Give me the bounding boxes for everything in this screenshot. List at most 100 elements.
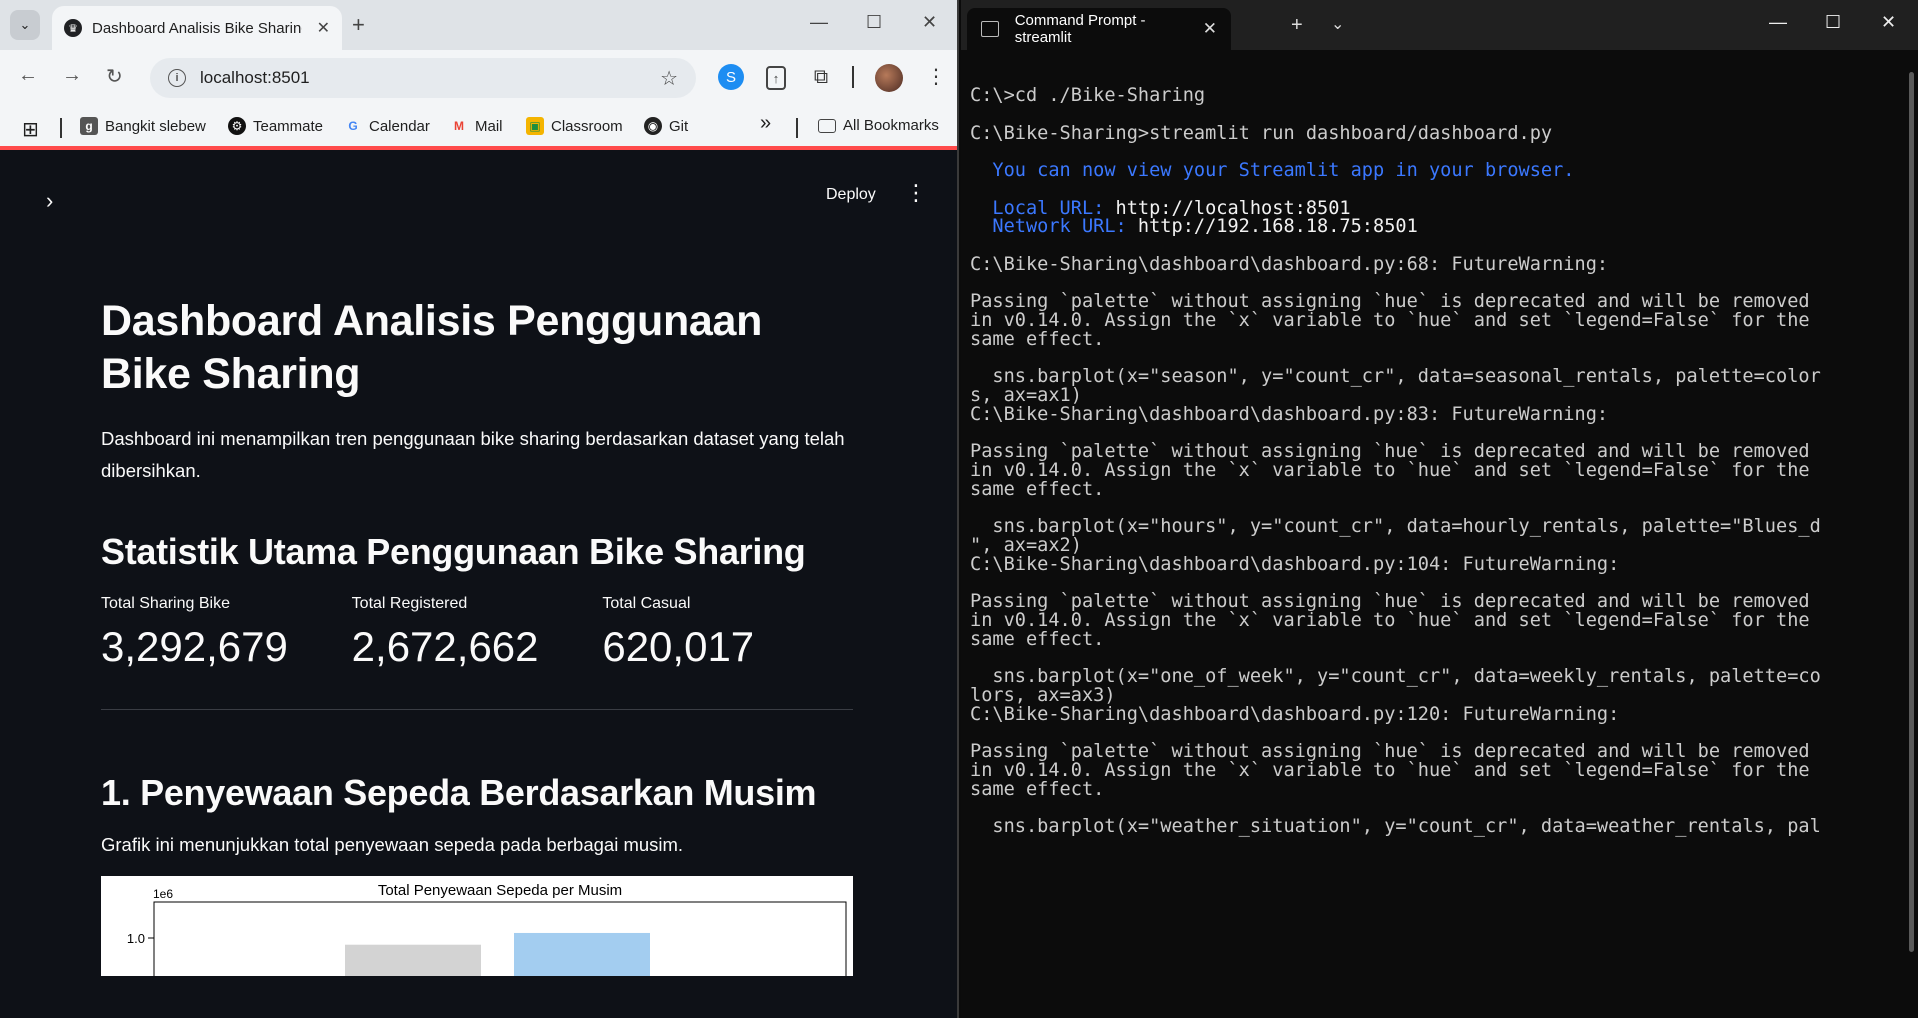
terminal-line: sns.barplot(x="season", y="count_cr", da… <box>970 366 1821 388</box>
maximize-button[interactable]: ☐ <box>1825 12 1841 33</box>
teammate-icon: ⚙ <box>228 117 246 135</box>
info-icon[interactable]: i <box>168 69 186 87</box>
minimize-button[interactable]: — <box>1769 12 1787 33</box>
shazam-extension-icon[interactable]: S <box>718 64 744 90</box>
url-text: localhost:8501 <box>200 68 310 87</box>
terminal-line: sns.barplot(x="weather_situation", y="co… <box>970 816 1821 838</box>
terminal-line: in v0.14.0. Assign the `x` variable to `… <box>970 610 1810 631</box>
new-terminal-tab-button[interactable]: + <box>1291 14 1303 37</box>
terminal-line: C:\Bike-Sharing\dashboard\dashboard.py:1… <box>970 553 1620 575</box>
section-divider <box>101 709 853 710</box>
terminal-scrollbar[interactable] <box>1909 72 1914 952</box>
bookmarks-divider-right <box>796 118 798 138</box>
page-title: Dashboard Analisis Penggunaan Bike Shari… <box>101 297 763 398</box>
terminal-tab-title: Command Prompt - streamlit <box>1014 12 1146 46</box>
streamlit-app: › Deploy ⋮ Dashboard Analisis Penggunaan… <box>0 150 957 1018</box>
metric-label: Total Casual <box>602 595 691 612</box>
chrome-menu-icon[interactable]: ⋮ <box>926 64 946 89</box>
metric-value: 2,672,662 <box>351 623 539 670</box>
extensions-puzzle-icon[interactable]: ⧉ <box>808 64 834 90</box>
streamlit-menu-icon[interactable]: ⋮ <box>905 180 927 206</box>
bookmark-git[interactable]: ◉ Git <box>644 117 688 135</box>
metric-total-registered: Total Registered 2,672,662 <box>352 595 603 671</box>
chart-title: Total Penyewaan Sepeda per Musim <box>378 882 622 899</box>
terminal-line: C:\Bike-Sharing>streamlit run dashboard/… <box>970 122 1553 144</box>
y-multiplier-label: 1e6 <box>153 887 173 901</box>
bookmark-calendar[interactable]: G Calendar <box>344 117 430 135</box>
bookmark-teammate[interactable]: ⚙ Teammate <box>228 117 323 135</box>
new-tab-button[interactable]: + <box>352 12 365 38</box>
plot-frame <box>153 901 847 976</box>
terminal-line: Network URL: http://192.168.18.75:8501 <box>970 215 1900 238</box>
all-bookmarks-button[interactable]: All Bookmarks <box>818 117 939 134</box>
crown-icon: ♛ <box>64 19 82 37</box>
season-bar <box>345 944 481 976</box>
chevron-down-icon: ⌄ <box>19 17 31 32</box>
main-content: Dashboard Analisis Penggunaan Bike Shari… <box>101 295 853 976</box>
url-label: Network URL: <box>970 216 1138 238</box>
terminal-line: sns.barplot(x="hours", y="count_cr", dat… <box>970 516 1821 538</box>
metric-label: Total Sharing Bike <box>101 595 230 612</box>
gmail-icon: M <box>454 119 464 133</box>
back-button[interactable]: ← <box>18 64 38 87</box>
browser-window: ⌄ ♛ Dashboard Analisis Bike Sharing ✕ + … <box>0 0 959 1018</box>
forward-button[interactable]: → <box>62 64 82 87</box>
terminal-line: in v0.14.0. Assign the `x` variable to `… <box>970 310 1810 331</box>
section1-heading: 1. Penyewaan Sepeda Berdasarkan Musim <box>101 772 817 813</box>
terminal-tab[interactable]: Command Prompt - streamlit ✕ <box>967 8 1231 50</box>
toolbar-divider <box>852 66 854 88</box>
sidebar-expand-chevron-icon[interactable]: › <box>46 188 53 214</box>
metrics-row: Total Sharing Bike 3,292,679 Total Regis… <box>101 595 853 671</box>
profile-avatar[interactable] <box>875 64 903 92</box>
metric-value: 3,292,679 <box>101 623 288 670</box>
bangkit-icon: g <box>80 117 98 135</box>
chevron-down-icon[interactable]: ⌄ <box>1331 14 1344 34</box>
browser-toolbar: ← → ↻ i localhost:8501 ☆ S ↑ ⧉ ⋮ <box>0 50 957 106</box>
deploy-button[interactable]: Deploy <box>826 186 876 204</box>
close-icon[interactable]: ✕ <box>317 18 330 38</box>
maximize-button[interactable]: ☐ <box>866 12 882 33</box>
tab-title: Dashboard Analisis Bike Sharing <box>92 19 302 37</box>
metric-label: Total Registered <box>351 595 468 612</box>
upload-extension-icon[interactable]: ↑ <box>766 66 786 90</box>
terminal-line: C:\>cd ./Bike-Sharing <box>970 85 1206 106</box>
season-chart: Total Penyewaan Sepeda per Musim 1e6 1.0 <box>101 876 853 976</box>
close-icon[interactable]: ✕ <box>1203 19 1217 39</box>
bookmarks-bar: ⊞ g Bangkit slebew ⚙ Teammate G Calendar… <box>0 106 957 150</box>
terminal-line: Local URL: http://localhost:8501 <box>970 197 1900 219</box>
y-tick-label: 1.0 <box>127 931 145 946</box>
close-window-button[interactable]: ✕ <box>1881 12 1896 33</box>
apps-grid-icon[interactable]: ⊞ <box>22 117 39 142</box>
bookmark-mail[interactable]: M Mail <box>450 117 503 135</box>
terminal-line: Passing `palette` without assigning `hue… <box>970 591 1810 613</box>
bookmark-classroom[interactable]: ▣ Classroom <box>526 117 623 135</box>
metric-total-casual: Total Casual 620,017 <box>602 595 853 671</box>
url-value: http://192.168.18.75:8501 <box>1137 216 1418 238</box>
browser-tab[interactable]: ♛ Dashboard Analisis Bike Sharing ✕ <box>52 6 342 50</box>
bookmark-star-icon[interactable]: ☆ <box>660 66 678 91</box>
terminal-line: C:\Bike-Sharing\dashboard\dashboard.py:6… <box>970 253 1609 275</box>
terminal-line: sns.barplot(x="one_of_week", y="count_cr… <box>970 666 1821 688</box>
terminal-titlebar: Command Prompt - streamlit ✕ + ⌄ — ☐ ✕ <box>961 0 1918 50</box>
season-bar <box>514 932 650 976</box>
bookmark-bangkit[interactable]: g Bangkit slebew <box>80 117 206 135</box>
more-bookmarks-button[interactable]: » <box>760 112 771 135</box>
tab-search-button[interactable]: ⌄ <box>10 10 40 40</box>
terminal-window: Command Prompt - streamlit ✕ + ⌄ — ☐ ✕ C… <box>961 0 1918 1018</box>
minimize-button[interactable]: — <box>810 12 828 33</box>
terminal-output[interactable]: C:\>cd ./Bike-Sharing C:\Bike-Sharing>str… <box>970 84 1900 838</box>
bookmarks-divider <box>60 118 62 138</box>
tab-strip: ⌄ ♛ Dashboard Analisis Bike Sharing ✕ + … <box>0 0 957 50</box>
address-bar[interactable]: i localhost:8501 ☆ <box>150 58 696 98</box>
season-chart-svg: Total Penyewaan Sepeda per Musim 1e6 1.0 <box>127 882 847 976</box>
stats-heading: Statistik Utama Penggunaan Bike Sharing <box>101 531 806 572</box>
metric-total-sharing: Total Sharing Bike 3,292,679 <box>101 595 352 671</box>
metric-value: 620,017 <box>602 623 755 670</box>
reload-button[interactable]: ↻ <box>106 64 123 89</box>
intro-text: Dashboard ini menampilkan tren penggunaa… <box>101 428 845 481</box>
close-window-button[interactable]: ✕ <box>922 12 937 33</box>
